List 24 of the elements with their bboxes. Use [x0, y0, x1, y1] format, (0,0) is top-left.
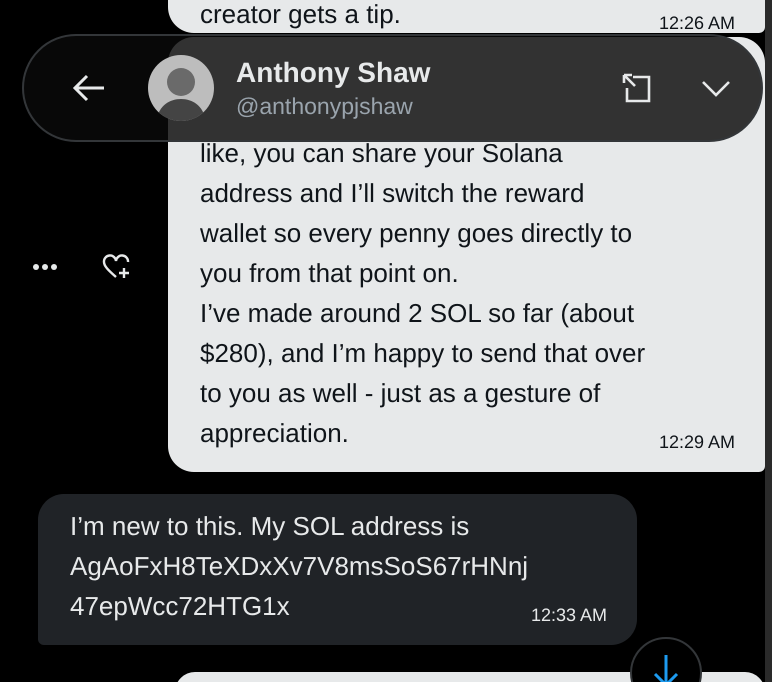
message-text: creator gets a tip.: [200, 0, 401, 28]
message-text: 47epWcc72HTG1x: [70, 590, 290, 623]
message-time: 12:26 AM: [658, 12, 735, 35]
message-text: address and I’ll switch the reward: [200, 177, 586, 210]
more-icon[interactable]: [32, 262, 58, 270]
message-text: like, you can share your Solana: [200, 137, 564, 170]
message-text: you from that point on.: [200, 257, 460, 290]
message-time: 12:29 AM: [658, 431, 735, 454]
expand-icon[interactable]: [621, 72, 653, 104]
contact-handle: @anthonypjshaw: [236, 92, 414, 120]
arrow-down-icon: [652, 653, 680, 682]
message-text: appreciation.: [200, 417, 349, 450]
message-text: AgAoFxH8TeXDxXv7V8msSoS67rHNnj: [70, 550, 530, 583]
message-text: wallet so every penny goes directly to: [200, 217, 634, 250]
message-text: I’ve made around 2 SOL so far (about: [200, 297, 636, 330]
heart-plus-icon[interactable]: [102, 254, 132, 280]
message-text: to you as well - just as a gesture of: [200, 377, 602, 410]
message-text: $280), and I’m happy to send that over: [200, 337, 646, 370]
scrollbar[interactable]: [765, 0, 772, 682]
back-icon[interactable]: [72, 74, 106, 102]
chevron-down-icon[interactable]: [701, 79, 731, 97]
contact-name: Anthony Shaw: [236, 56, 432, 88]
message-text: I’m new to this. My SOL address is: [70, 510, 470, 543]
message-time: 12:33 AM: [530, 604, 607, 627]
